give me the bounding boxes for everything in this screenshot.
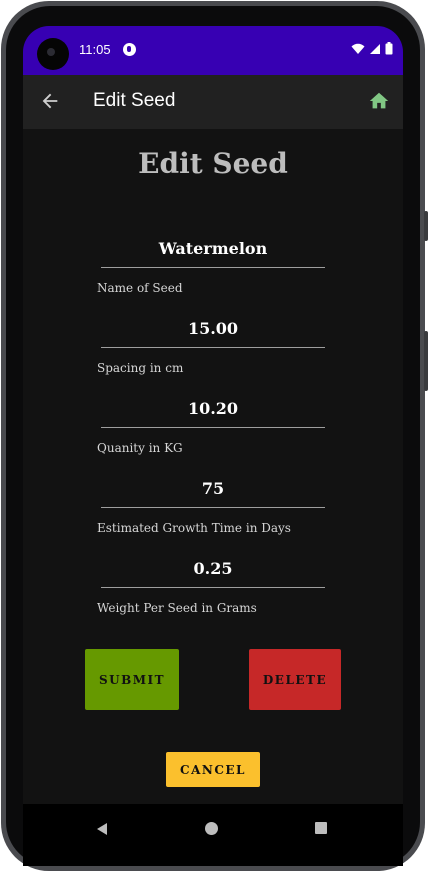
cancel-button[interactable]: CANCEL (166, 752, 260, 787)
battery-icon (385, 42, 393, 55)
nav-back-icon[interactable] (95, 822, 109, 836)
seed-weight-input[interactable]: 0.25 (101, 559, 325, 578)
volume-button (424, 331, 428, 391)
front-camera (37, 38, 69, 70)
spacing-label: Spacing in cm (97, 361, 184, 375)
quantity-label: Quanity in KG (97, 441, 183, 455)
nav-home-icon[interactable] (205, 822, 218, 835)
status-icons (351, 42, 393, 55)
field-underline (101, 427, 325, 428)
seed-name-input[interactable]: Watermelon (101, 239, 325, 258)
field-underline (101, 267, 325, 268)
field-underline (101, 347, 325, 348)
page-title: Edit Seed (138, 147, 288, 180)
nav-recents-icon[interactable] (315, 822, 327, 834)
seed-name-label: Name of Seed (97, 281, 183, 295)
power-button (424, 211, 428, 241)
app-bar-title: Edit Seed (93, 90, 176, 111)
phone-screen: 11:05 Edit Seed Edit Seed Watermelon Nam… (23, 26, 403, 866)
system-nav-bar (23, 804, 403, 866)
growth-time-label: Estimated Growth Time in Days (97, 521, 291, 535)
seed-weight-label: Weight Per Seed in Grams (97, 601, 257, 615)
notification-app-icon (123, 43, 136, 56)
quantity-input[interactable]: 10.20 (101, 399, 325, 418)
edit-seed-form: Edit Seed Watermelon Name of Seed 15.00 … (23, 129, 403, 804)
wifi-icon (351, 43, 365, 54)
field-underline (101, 587, 325, 588)
arrow-left-icon[interactable] (39, 90, 61, 112)
cell-signal-icon (370, 43, 380, 54)
app-bar: Edit Seed (23, 75, 403, 129)
status-time: 11:05 (79, 42, 111, 57)
delete-button[interactable]: DELETE (249, 649, 341, 710)
status-bar: 11:05 (23, 26, 403, 75)
phone-frame: 11:05 Edit Seed Edit Seed Watermelon Nam… (1, 1, 428, 871)
home-icon[interactable] (368, 90, 390, 112)
growth-time-input[interactable]: 75 (101, 479, 325, 498)
spacing-input[interactable]: 15.00 (101, 319, 325, 338)
field-underline (101, 507, 325, 508)
submit-button[interactable]: SUBMIT (85, 649, 179, 710)
